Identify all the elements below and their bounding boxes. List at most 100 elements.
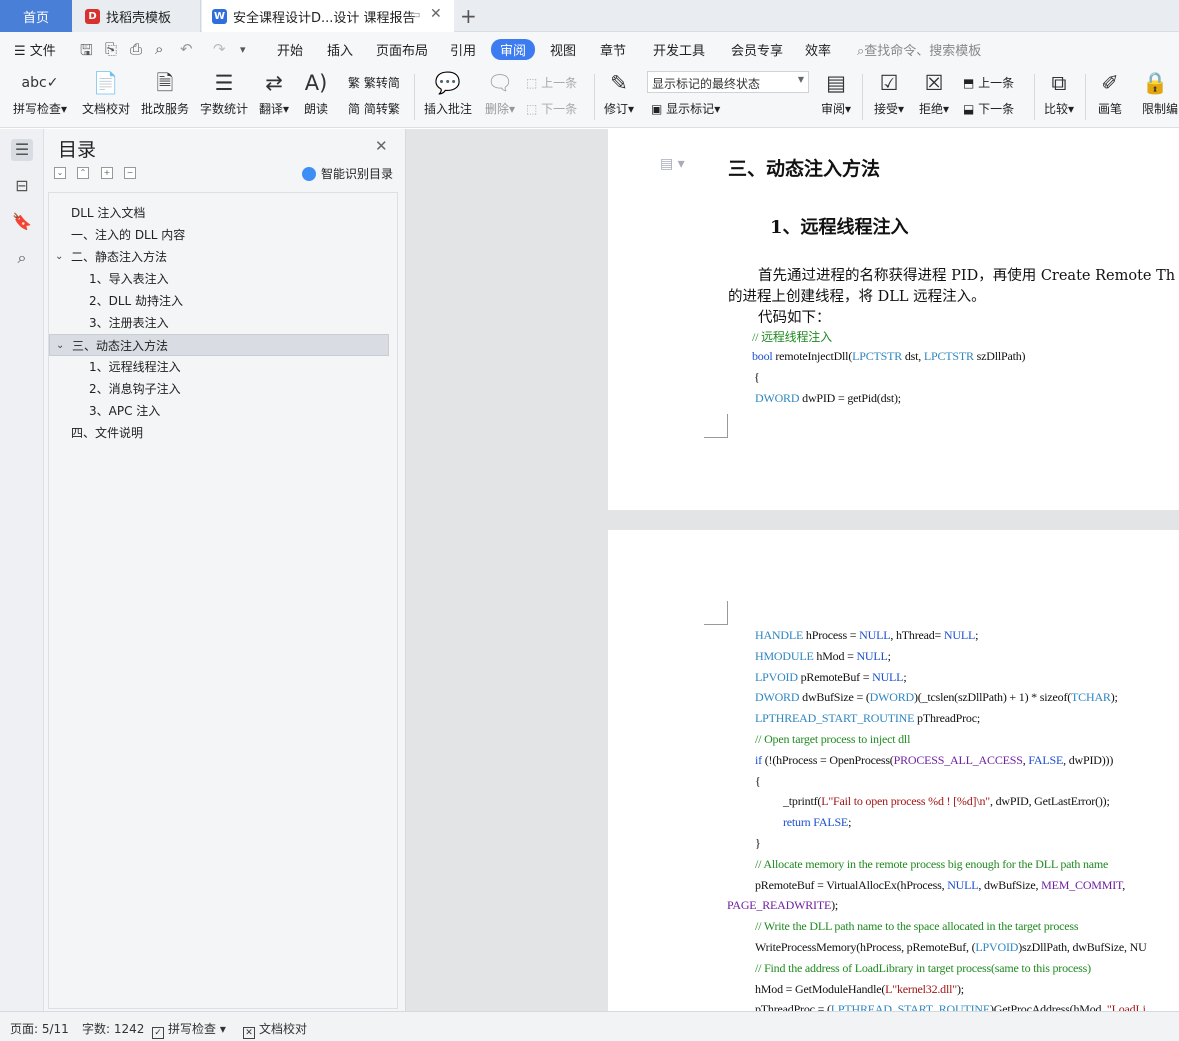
ribbon-divider xyxy=(1034,74,1035,120)
chevron-down-icon[interactable]: ⌄ xyxy=(56,335,64,357)
toc-item[interactable]: ⌄ 二、静态注入方法 xyxy=(49,246,389,268)
next-comment-button[interactable]: ⬚ 下一条 xyxy=(526,100,577,117)
preview-icon[interactable]: ⌕ xyxy=(155,40,163,58)
menu-chapter[interactable]: 章节 xyxy=(600,40,626,59)
review-pane-button[interactable]: ▤ 审阅▾ xyxy=(818,66,854,128)
menu-start[interactable]: 开始 xyxy=(277,40,303,59)
close-tab-icon[interactable]: ✕ xyxy=(430,6,442,22)
menu-efficiency[interactable]: 效率 xyxy=(805,40,831,59)
check-icon: ✓ xyxy=(152,1027,164,1039)
menu-membership[interactable]: 会员专享 xyxy=(731,40,783,59)
toc-item[interactable]: 1、导入表注入 xyxy=(49,268,389,290)
simp-to-trad-button[interactable]: 简 简转繁 xyxy=(348,100,400,117)
compare-button[interactable]: ⧉ 比较▾ xyxy=(1041,66,1077,128)
prev-comment-label: 上一条 xyxy=(541,76,578,90)
show-markup-icon: ▣ xyxy=(651,102,663,116)
menu-references[interactable]: 引用 xyxy=(450,40,476,59)
toc-panel-icon[interactable]: ☰ xyxy=(11,139,33,161)
status-doccheck[interactable]: ✕ 文档校对 xyxy=(243,1020,307,1039)
translate-button[interactable]: ⇄ 翻译▾ xyxy=(256,66,292,128)
menu-insert[interactable]: 插入 xyxy=(327,40,353,59)
toc-item-label: 2、消息钩子注入 xyxy=(89,382,181,396)
chevron-down-icon[interactable]: ⌄ xyxy=(55,246,63,268)
smart-toc-button[interactable]: 智能识别目录 xyxy=(302,165,393,182)
smart-toc-icon xyxy=(302,166,316,181)
next-change-button[interactable]: ⬓ 下一条 xyxy=(963,100,1014,117)
toc-item[interactable]: 一、注入的 DLL 内容 xyxy=(49,224,389,246)
window-icon[interactable]: ▭ xyxy=(410,8,420,21)
toc-item[interactable]: DLL 注入文档 xyxy=(49,202,389,224)
chapter-nav-icon[interactable]: ⊟ xyxy=(11,175,33,197)
markup-state-select[interactable]: 显示标记的最终状态 ▼ xyxy=(647,71,809,93)
toc-item-label: 3、APC 注入 xyxy=(89,404,161,418)
heading-dynamic-injection: 三、动态注入方法 xyxy=(728,158,881,180)
toc-item[interactable]: 2、DLL 劫持注入 xyxy=(49,290,389,312)
heading-remote-thread: 1、远程线程注入 xyxy=(770,217,909,238)
insert-comment-button[interactable]: 💬 插入批注 xyxy=(422,66,474,128)
prev-comment-button[interactable]: ⬚ 上一条 xyxy=(526,74,577,91)
collapse-all-icon[interactable]: ⌄ xyxy=(54,167,66,179)
remove-heading-icon[interactable]: − xyxy=(124,167,136,179)
delete-comment-button[interactable]: 🗨 删除▾ xyxy=(482,66,518,128)
delete-comment-icon: 🗨 xyxy=(486,71,514,95)
menu-page-layout[interactable]: 页面布局 xyxy=(376,40,428,59)
tab-template[interactable]: D 找稻壳模板 xyxy=(73,0,201,32)
menu-view[interactable]: 视图 xyxy=(550,40,576,59)
spellcheck-button[interactable]: abc✓ 拼写检查▾ xyxy=(10,66,70,128)
toc-item[interactable]: ⌄ 三、动态注入方法 xyxy=(49,334,389,356)
body-paragraph: 代码如下： xyxy=(758,310,831,326)
toc-pane: 目录 ✕ ⌄ ⌃ + − 智能识别目录 DLL 注入文档 一、注入的 DLL 内容… xyxy=(44,129,406,1011)
add-heading-icon[interactable]: + xyxy=(101,167,113,179)
prev-comment-icon: ⬚ xyxy=(526,76,538,90)
restrict-editing-button[interactable]: 🔒 限制编 xyxy=(1142,66,1179,128)
review-service-button[interactable]: 🗎 批改服务 xyxy=(139,66,191,128)
quick-access-dropdown-icon[interactable]: ▾ xyxy=(240,43,246,56)
toc-item[interactable]: 2、消息钩子注入 xyxy=(49,378,389,400)
status-spellcheck[interactable]: ✓ 拼写检查 ▾ xyxy=(152,1020,226,1039)
undo-icon[interactable]: ↶ xyxy=(180,40,193,58)
file-menu[interactable]: ☰ 文件 xyxy=(14,40,56,59)
track-changes-button[interactable]: ✎ 修订▾ xyxy=(601,66,637,128)
pen-button[interactable]: ✐ 画笔 xyxy=(1094,66,1126,128)
toc-item-label: 3、注册表注入 xyxy=(89,316,169,330)
tab-home[interactable]: 首页 xyxy=(0,0,72,32)
toc-item[interactable]: 1、远程线程注入 xyxy=(49,356,389,378)
pen-label: 画笔 xyxy=(1097,102,1122,116)
doccheck-x-icon: ✕ xyxy=(243,1027,255,1039)
expand-all-icon[interactable]: ⌃ xyxy=(77,167,89,179)
insert-comment-label: 插入批注 xyxy=(423,102,472,116)
print-icon[interactable]: ⎙ xyxy=(130,40,142,58)
track-changes-label: 修订 xyxy=(603,102,628,116)
trad-to-simp-button[interactable]: 繁 繁转简 xyxy=(348,74,400,91)
command-search[interactable]: ⌕查找命令、搜索模板 xyxy=(857,40,981,59)
menu-review[interactable]: 审阅 xyxy=(491,39,536,60)
toc-item[interactable]: 3、APC 注入 xyxy=(49,400,389,422)
close-icon[interactable]: ✕ xyxy=(375,137,388,155)
toc-item[interactable]: 四、文件说明 xyxy=(49,422,389,444)
new-tab-icon[interactable]: + xyxy=(460,4,477,28)
tab-document[interactable]: W 安全课程设计D...设计 课程报告 ▭ ✕ xyxy=(202,0,454,32)
save-icon[interactable]: 🖫 xyxy=(80,40,93,65)
compare-label: 比较 xyxy=(1043,102,1068,116)
reject-button[interactable]: ☒ 拒绝▾ xyxy=(916,66,952,128)
read-aloud-button[interactable]: A) 朗读 xyxy=(300,66,332,128)
accept-icon: ☑ xyxy=(879,71,899,95)
export-icon[interactable]: ⎘ xyxy=(105,40,117,58)
accept-button[interactable]: ☑ 接受▾ xyxy=(871,66,907,128)
word-count[interactable]: 字数: 1242 xyxy=(82,1020,144,1037)
compare-icon: ⧉ xyxy=(1051,71,1067,95)
paragraph-menu-icon[interactable]: ▤ ▾ xyxy=(660,156,685,172)
bookmark-icon[interactable]: 🔖 xyxy=(11,211,33,233)
find-icon[interactable]: ⌕ xyxy=(11,247,33,269)
page-indicator[interactable]: 页面: 5/11 xyxy=(10,1020,69,1037)
doccheck-button[interactable]: 📄 文档校对 xyxy=(80,66,132,128)
show-markup-button[interactable]: ▣ 显示标记▾ xyxy=(651,100,720,117)
redo-icon[interactable]: ↷ xyxy=(213,40,226,58)
docer-icon: D xyxy=(85,8,100,24)
menu-developer[interactable]: 开发工具 xyxy=(653,40,705,59)
toc-item[interactable]: 3、注册表注入 xyxy=(49,312,389,334)
wordcount-button[interactable]: ☰ 字数统计 xyxy=(198,66,250,128)
prev-change-button[interactable]: ⬒ 上一条 xyxy=(963,74,1014,91)
document-check-icon: 📄 xyxy=(92,71,120,95)
insert-comment-icon: 💬 xyxy=(434,71,462,95)
